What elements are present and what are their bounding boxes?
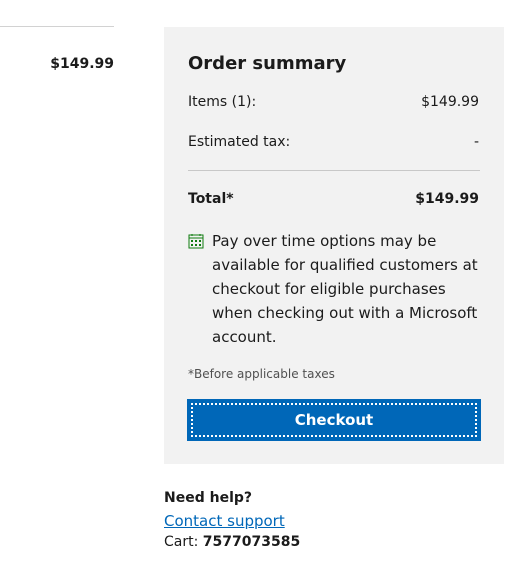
items-value: $149.99 — [421, 94, 479, 110]
pay-over-time-text: Pay over time options may be available f… — [212, 232, 478, 346]
help-title: Need help? — [164, 490, 253, 506]
items-row: Items (1): $149.99 — [188, 94, 479, 110]
cart-id-line: Cart: 7577073585 — [164, 534, 300, 550]
cart-label: Cart: — [164, 534, 199, 550]
summary-divider — [188, 170, 480, 171]
section-divider — [0, 26, 114, 27]
pay-over-time-note: Pay over time options may be available f… — [188, 229, 488, 349]
cart-item-price: $149.99 — [50, 56, 114, 72]
total-label: Total* — [188, 191, 234, 207]
checkout-page: $149.99 Order summary Items (1): $149.99… — [0, 0, 512, 566]
tax-row: Estimated tax: - — [188, 134, 479, 150]
checkout-button[interactable]: Checkout — [188, 400, 480, 440]
items-label: Items (1): — [188, 94, 257, 110]
tax-footnote: *Before applicable taxes — [188, 367, 335, 381]
calendar-icon — [188, 234, 204, 249]
tax-label: Estimated tax: — [188, 134, 291, 150]
total-value: $149.99 — [415, 191, 479, 207]
contact-support-link[interactable]: Contact support — [164, 512, 300, 530]
cart-number: 7577073585 — [202, 534, 301, 550]
total-row: Total* $149.99 — [188, 191, 479, 207]
order-summary-title: Order summary — [188, 53, 347, 74]
help-section: Need help? Contact support Cart: 7577073… — [164, 490, 300, 550]
order-summary-panel: Order summary Items (1): $149.99 Estimat… — [164, 27, 504, 464]
tax-value: - — [473, 134, 479, 150]
